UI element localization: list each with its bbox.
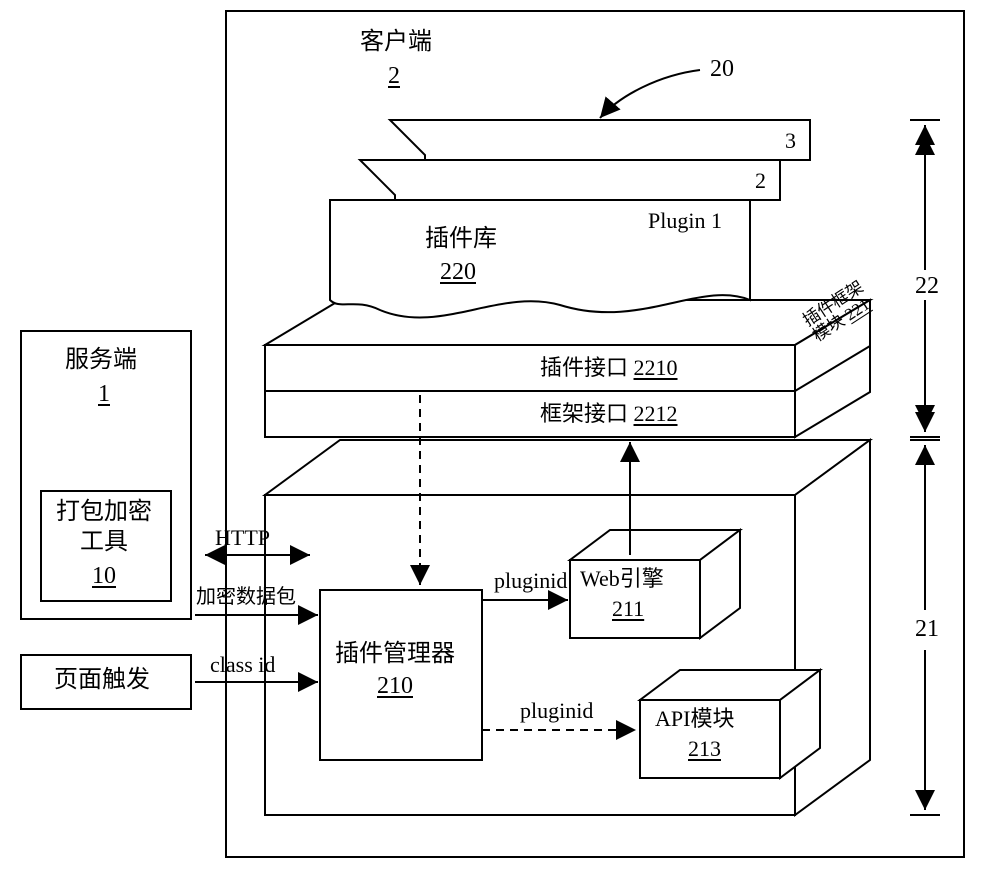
plugin-if-title: 插件接口 2210 [540, 355, 678, 381]
plugin2-label: 2 [755, 168, 766, 194]
client-title: 客户端 [360, 28, 432, 57]
server-num: 1 [98, 380, 110, 409]
pid1-label: pluginid [494, 568, 567, 594]
trigger-label: 页面触发 [54, 666, 150, 695]
num-21: 21 [915, 615, 939, 644]
tool-title: 打包加密 [56, 498, 152, 527]
client-num: 2 [388, 62, 400, 91]
tool-sub: 工具 [80, 528, 128, 557]
tool-num: 10 [92, 562, 116, 591]
enc-label: 加密数据包 [196, 585, 296, 609]
classid-label: class id [210, 652, 275, 678]
api-title: API模块 [655, 706, 734, 732]
num-20: 20 [710, 55, 734, 84]
web-num: 211 [612, 596, 644, 622]
server-title: 服务端 [65, 346, 137, 375]
client-container [225, 10, 965, 858]
num-22: 22 [915, 272, 939, 301]
plugin1-label: Plugin 1 [648, 208, 722, 234]
pluginlib-title: 插件库 [425, 225, 497, 254]
mgr-title: 插件管理器 [335, 640, 455, 669]
web-title: Web引擎 [580, 566, 664, 592]
plugin3-label: 3 [785, 128, 796, 154]
http-label: HTTP [215, 525, 270, 551]
pid2-label: pluginid [520, 698, 593, 724]
mgr-num: 210 [377, 672, 413, 701]
frame-if-title: 框架接口 2212 [540, 401, 678, 427]
pluginlib-num: 220 [440, 258, 476, 287]
api-num: 213 [688, 736, 721, 762]
